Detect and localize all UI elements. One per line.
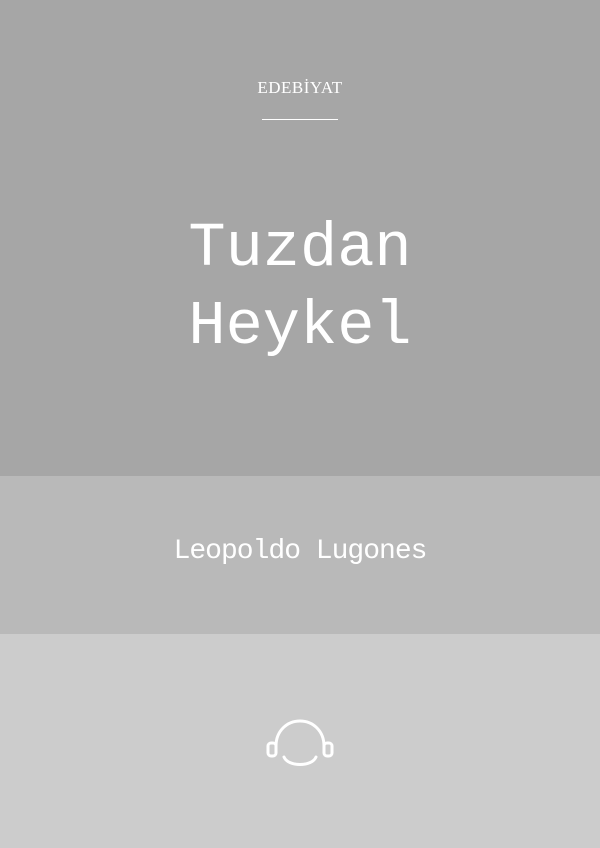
cover-author-band: Leopoldo Lugones bbox=[0, 476, 600, 634]
book-title-line-2: Heykel bbox=[188, 291, 412, 362]
book-title-line-1: Tuzdan bbox=[188, 213, 412, 284]
book-cover: EDEBİYAT Tuzdan Heykel Leopoldo Lugones bbox=[0, 0, 600, 848]
headphones-icon bbox=[266, 719, 334, 766]
category-label: EDEBİYAT bbox=[257, 78, 343, 97]
author-name: Leopoldo Lugones bbox=[173, 536, 428, 567]
book-title: Tuzdan Heykel bbox=[0, 210, 600, 366]
cover-top-band: EDEBİYAT Tuzdan Heykel bbox=[0, 0, 600, 476]
category-divider bbox=[262, 119, 338, 120]
